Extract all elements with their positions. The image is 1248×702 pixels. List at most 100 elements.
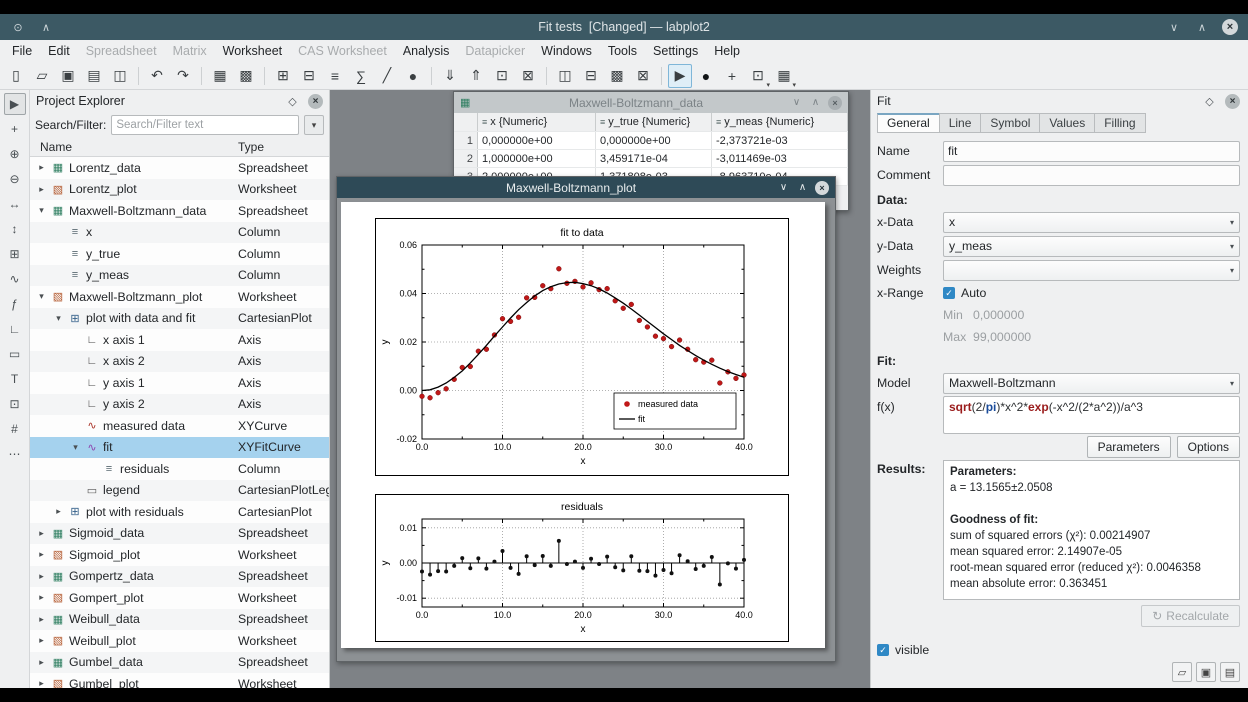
add-legend-button[interactable]: ▭ <box>4 343 26 365</box>
export-worksheet-button[interactable]: ⇓ <box>438 64 462 88</box>
add-function-button[interactable]: ƒ <box>4 293 26 315</box>
zoom-in-button[interactable]: ⊕ <box>4 143 26 165</box>
row-header[interactable]: 1 <box>454 132 478 149</box>
cell[interactable]: 0,000000e+00 <box>478 132 596 149</box>
cell[interactable]: -3,011469e-03 <box>712 150 848 167</box>
menu-spreadsheet[interactable]: Spreadsheet <box>78 42 165 60</box>
statistics-button[interactable]: ∑ <box>349 64 373 88</box>
crosshair-button[interactable]: + <box>4 118 26 140</box>
worksheet-window[interactable]: Maxwell-Boltzmann_plot ∨ ∧ × 0.010.020.0… <box>336 176 836 662</box>
menu-cas-worksheet[interactable]: CAS Worksheet <box>290 42 395 60</box>
tree-item-maxwell-boltzmann-plot[interactable]: ▾▧Maxwell-Boltzmann_plotWorksheet <box>30 286 329 308</box>
weights-combo[interactable]: ▾ <box>943 260 1240 281</box>
expander-icon[interactable]: ▸ <box>36 162 47 173</box>
tree-item-fit[interactable]: ▾∿fitXYFitCurve <box>30 437 329 459</box>
insert-column-button[interactable]: ⊟ <box>297 64 321 88</box>
name-field[interactable] <box>943 141 1240 162</box>
add-plot-button[interactable]: ⊞ <box>4 243 26 265</box>
close-icon[interactable]: × <box>815 181 829 195</box>
float-panel-icon[interactable]: ◇ <box>285 94 300 109</box>
redo-button[interactable]: ↷ <box>171 64 195 88</box>
expander-icon[interactable]: ▸ <box>36 635 47 646</box>
expander-icon[interactable]: ▾ <box>36 291 47 302</box>
expander-icon[interactable]: ▸ <box>36 614 47 625</box>
tree-item-gumbel-plot[interactable]: ▸▧Gumbel_plotWorksheet <box>30 673 329 688</box>
load-icon-button[interactable]: ▱ <box>1172 662 1192 682</box>
tree-column-headers[interactable]: Name Type <box>30 138 329 157</box>
recalculate-button[interactable]: ↻ Recalculate <box>1141 605 1240 627</box>
fit-plot-container[interactable]: 0.010.020.030.040.0-0.020.000.020.040.06… <box>375 218 789 476</box>
tree-item-y-true[interactable]: ≡y_trueColumn <box>30 243 329 265</box>
column-header-name[interactable]: Name <box>30 140 238 154</box>
tree-item-residuals[interactable]: ≡residualsColumn <box>30 458 329 480</box>
restore-icon[interactable]: ∧ <box>809 97 822 108</box>
tab-values[interactable]: Values <box>1039 113 1095 133</box>
menu-help[interactable]: Help <box>706 42 748 60</box>
search-input[interactable] <box>111 115 299 135</box>
spreadsheet-window-titlebar[interactable]: ▦ Maxwell-Boltzmann_data ∨ ∧ × <box>454 92 848 113</box>
tree-item-weibull-plot[interactable]: ▸▧Weibull_plotWorksheet <box>30 630 329 652</box>
tree-item-gompertz-data[interactable]: ▸▦Gompertz_dataSpreadsheet <box>30 566 329 588</box>
row-header[interactable]: 2 <box>454 150 478 167</box>
draw-pen-button[interactable]: ╱ <box>375 64 399 88</box>
cell[interactable]: 1,000000e+00 <box>478 150 596 167</box>
zoom-y-button[interactable]: ↕ <box>4 218 26 240</box>
cell[interactable]: 0,000000e+00 <box>596 132 712 149</box>
close-panel-icon[interactable]: × <box>308 94 323 109</box>
menu-datapicker[interactable]: Datapicker <box>457 42 533 60</box>
close-subwindow-button[interactable]: ⊠ <box>631 64 655 88</box>
shade-icon[interactable]: ∧ <box>38 19 54 35</box>
tree-item-lorentz-data[interactable]: ▸▦Lorentz_dataSpreadsheet <box>30 157 329 179</box>
worksheet-view[interactable]: 0.010.020.030.040.0-0.020.000.020.040.06… <box>337 198 835 661</box>
zoom-out-button[interactable]: ⊖ <box>4 168 26 190</box>
new-matrix-button[interactable]: ▩ <box>234 64 258 88</box>
menu-file[interactable]: File <box>4 42 40 60</box>
residuals-plot-container[interactable]: 0.010.020.030.040.0-0.010.000.01residual… <box>375 494 789 642</box>
restore-icon[interactable]: ∧ <box>796 182 809 193</box>
filter-options-button[interactable]: ▾ <box>304 115 324 135</box>
tree-item-legend[interactable]: ▭legendCartesianPlotLegend <box>30 480 329 502</box>
close-icon[interactable]: × <box>1222 19 1238 35</box>
column-header-y-true[interactable]: ≡y_true {Numeric} <box>596 113 712 131</box>
tree-item-y-axis-2[interactable]: ∟y axis 2Axis <box>30 394 329 416</box>
box-select-button[interactable]: ⊡ <box>4 393 26 415</box>
comment-field[interactable] <box>943 165 1240 186</box>
navigate-mode-button[interactable]: ● <box>694 64 718 88</box>
crosshair-mode-button[interactable]: + <box>720 64 744 88</box>
save-as-icon-button[interactable]: ▤ <box>1220 662 1240 682</box>
cell[interactable]: 3,459171e-04 <box>596 150 712 167</box>
menu-settings[interactable]: Settings <box>645 42 706 60</box>
expander-icon[interactable]: ▸ <box>36 571 47 582</box>
split-horizontal-button[interactable]: ⊟ <box>579 64 603 88</box>
tree-item-gompert-plot[interactable]: ▸▧Gompert_plotWorksheet <box>30 587 329 609</box>
options-button[interactable]: Options <box>1177 436 1240 458</box>
grid-button[interactable]: # <box>4 418 26 440</box>
titlebar[interactable]: ⊙ ∧ Fit tests [Changed] — labplot2 ∨ ∧ × <box>0 14 1248 40</box>
tab-line[interactable]: Line <box>939 113 982 133</box>
expander-icon[interactable]: ▾ <box>53 313 64 324</box>
minimize-icon[interactable]: ∨ <box>790 97 803 108</box>
insert-row-button[interactable]: ⊞ <box>271 64 295 88</box>
tree-item-sigmoid-data[interactable]: ▸▦Sigmoid_dataSpreadsheet <box>30 523 329 545</box>
parameters-button[interactable]: Parameters <box>1087 436 1171 458</box>
menu-tools[interactable]: Tools <box>600 42 645 60</box>
menu-worksheet[interactable]: Worksheet <box>215 42 291 60</box>
select-cursor-button[interactable]: ▶ <box>4 93 26 115</box>
save-project-button[interactable]: ▣ <box>56 64 80 88</box>
zoom-select-mode-button[interactable]: ⊡▾ <box>746 64 770 88</box>
close-panel-icon[interactable]: × <box>1225 94 1240 109</box>
worksheet-window-titlebar[interactable]: Maxwell-Boltzmann_plot ∨ ∧ × <box>337 177 835 198</box>
tree-item-plot-with-residuals[interactable]: ▸⊞plot with residualsCartesianPlot <box>30 501 329 523</box>
tree-item-x-axis-1[interactable]: ∟x axis 1Axis <box>30 329 329 351</box>
results-box[interactable]: Parameters:a = 13.1565±2.0508 Goodness o… <box>943 460 1240 600</box>
maximize-icon[interactable]: ∧ <box>1194 19 1210 35</box>
new-project-button[interactable]: ▯ <box>4 64 28 88</box>
tab-filling[interactable]: Filling <box>1094 113 1145 133</box>
tree-item-sigmoid-plot[interactable]: ▸▧Sigmoid_plotWorksheet <box>30 544 329 566</box>
menu-edit[interactable]: Edit <box>40 42 78 60</box>
visible-checkbox[interactable] <box>877 644 889 656</box>
tree-item-y-meas[interactable]: ≡y_measColumn <box>30 265 329 287</box>
model-combo[interactable]: Maxwell-Boltzmann ▾ <box>943 373 1240 394</box>
magnetism-mode-button[interactable]: ▦▾ <box>772 64 796 88</box>
split-vertical-button[interactable]: ◫ <box>553 64 577 88</box>
